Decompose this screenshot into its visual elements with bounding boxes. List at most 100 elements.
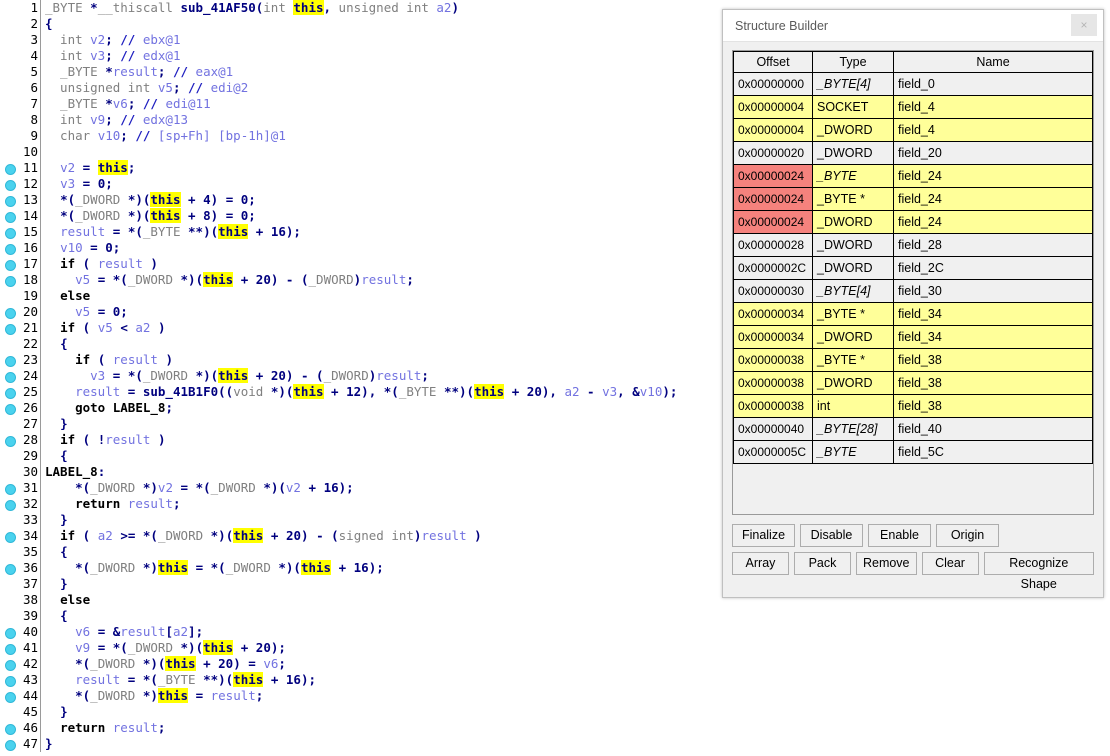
code-text[interactable]: *(_DWORD *)(this + 20) = v6; — [45, 656, 286, 672]
line-gutter[interactable]: 24 — [0, 368, 40, 384]
code-text[interactable]: v3 = *(_DWORD *)(this + 20) - (_DWORD)re… — [45, 368, 429, 384]
recognize-shape-button[interactable]: Recognize Shape — [983, 552, 1094, 591]
field-offset-cell[interactable]: 0x00000040 — [733, 417, 813, 441]
code-text[interactable]: { — [45, 608, 68, 624]
line-gutter[interactable]: 23 — [0, 352, 40, 368]
disable-button[interactable]: Disable — [800, 524, 863, 547]
field-name-cell[interactable]: field_40 — [893, 417, 1093, 441]
table-row[interactable]: 0x0000002C _DWORD field_2C — [733, 256, 1093, 280]
code-text[interactable]: else — [45, 288, 90, 304]
line-gutter[interactable]: 40 — [0, 624, 40, 640]
code-text[interactable]: { — [45, 448, 68, 464]
code-text[interactable]: int v2; // ebx@1 — [45, 32, 180, 48]
code-text[interactable]: { — [45, 336, 68, 352]
line-gutter[interactable]: 19 — [0, 288, 40, 304]
table-row[interactable]: 0x00000038 _BYTE * field_38 — [733, 348, 1093, 372]
close-icon[interactable]: × — [1071, 14, 1097, 36]
code-text[interactable]: v6 = &result[a2]; — [45, 624, 203, 640]
code-text[interactable]: result = *(_BYTE **)(this + 16); — [45, 672, 316, 688]
code-text[interactable]: } — [45, 704, 68, 720]
field-offset-cell[interactable]: 0x00000030 — [733, 279, 813, 303]
field-type-cell[interactable]: SOCKET — [812, 95, 894, 119]
origin-button[interactable]: Origin — [936, 524, 999, 547]
line-gutter[interactable]: 47 — [0, 736, 40, 752]
line-gutter[interactable]: 35 — [0, 544, 40, 560]
field-type-cell[interactable]: _DWORD — [812, 325, 894, 349]
line-gutter[interactable]: 2 — [0, 16, 40, 32]
code-line[interactable]: 41 v9 = *(_DWORD *)(this + 20); — [0, 640, 1110, 656]
field-name-cell[interactable]: field_24 — [893, 187, 1093, 211]
code-text[interactable]: unsigned int v5; // edi@2 — [45, 80, 248, 96]
code-text[interactable]: char v10; // [sp+Fh] [bp-1h]@1 — [45, 128, 286, 144]
line-gutter[interactable]: 43 — [0, 672, 40, 688]
field-name-cell[interactable]: field_24 — [893, 210, 1093, 234]
line-gutter[interactable]: 8 — [0, 112, 40, 128]
field-offset-cell[interactable]: 0x00000028 — [733, 233, 813, 257]
code-line[interactable]: 39 { — [0, 608, 1110, 624]
table-row[interactable]: 0x00000004 SOCKET field_4 — [733, 95, 1093, 119]
code-text[interactable]: result = *(_BYTE **)(this + 16); — [45, 224, 301, 240]
breakpoint-dot-icon[interactable] — [5, 532, 16, 543]
line-gutter[interactable]: 12 — [0, 176, 40, 192]
code-text[interactable]: _BYTE *result; // eax@1 — [45, 64, 233, 80]
code-text[interactable]: if ( a2 >= *(_DWORD *)(this + 20) - (sig… — [45, 528, 482, 544]
field-name-cell[interactable]: field_4 — [893, 118, 1093, 142]
code-text[interactable]: goto LABEL_8; — [45, 400, 173, 416]
code-text[interactable]: result = sub_41B1F0((void *)(this + 12),… — [45, 384, 677, 400]
code-text[interactable]: return result; — [45, 496, 180, 512]
field-type-cell[interactable]: _BYTE — [812, 440, 894, 464]
field-name-cell[interactable]: field_24 — [893, 164, 1093, 188]
code-text[interactable]: } — [45, 736, 53, 752]
field-type-cell[interactable]: int — [812, 394, 894, 418]
breakpoint-dot-icon[interactable] — [5, 644, 16, 655]
table-row[interactable]: 0x00000024 _BYTE * field_24 — [733, 187, 1093, 211]
breakpoint-dot-icon[interactable] — [5, 372, 16, 383]
line-gutter[interactable]: 14 — [0, 208, 40, 224]
line-gutter[interactable]: 38 — [0, 592, 40, 608]
field-name-cell[interactable]: field_34 — [893, 325, 1093, 349]
table-row[interactable]: 0x00000038 int field_38 — [733, 394, 1093, 418]
breakpoint-dot-icon[interactable] — [5, 676, 16, 687]
code-line[interactable]: 46 return result; — [0, 720, 1110, 736]
line-gutter[interactable]: 26 — [0, 400, 40, 416]
field-name-cell[interactable]: field_30 — [893, 279, 1093, 303]
pack-button[interactable]: Pack — [793, 552, 851, 575]
line-gutter[interactable]: 30 — [0, 464, 40, 480]
line-gutter[interactable]: 41 — [0, 640, 40, 656]
column-header-type[interactable]: Type — [812, 51, 894, 73]
table-row[interactable]: 0x00000024 _BYTE field_24 — [733, 164, 1093, 188]
field-offset-cell[interactable]: 0x00000004 — [733, 95, 813, 119]
field-offset-cell[interactable]: 0x00000038 — [733, 394, 813, 418]
field-offset-cell[interactable]: 0x00000024 — [733, 187, 813, 211]
table-row[interactable]: 0x00000034 _DWORD field_34 — [733, 325, 1093, 349]
remove-button[interactable]: Remove — [855, 552, 917, 575]
table-row[interactable]: 0x00000028 _DWORD field_28 — [733, 233, 1093, 257]
line-gutter[interactable]: 3 — [0, 32, 40, 48]
breakpoint-dot-icon[interactable] — [5, 500, 16, 511]
line-gutter[interactable]: 6 — [0, 80, 40, 96]
code-text[interactable]: if ( v5 < a2 ) — [45, 320, 165, 336]
line-gutter[interactable]: 27 — [0, 416, 40, 432]
table-row[interactable]: 0x00000038 _DWORD field_38 — [733, 371, 1093, 395]
code-text[interactable]: } — [45, 576, 68, 592]
field-offset-cell[interactable]: 0x00000024 — [733, 210, 813, 234]
line-gutter[interactable]: 34 — [0, 528, 40, 544]
code-line[interactable]: 45 } — [0, 704, 1110, 720]
code-line[interactable]: 43 result = *(_BYTE **)(this + 16); — [0, 672, 1110, 688]
breakpoint-dot-icon[interactable] — [5, 212, 16, 223]
code-text[interactable]: v5 = 0; — [45, 304, 128, 320]
field-name-cell[interactable]: field_0 — [893, 72, 1093, 96]
line-gutter[interactable]: 32 — [0, 496, 40, 512]
table-row[interactable]: 0x00000020 _DWORD field_20 — [733, 141, 1093, 165]
line-gutter[interactable]: 4 — [0, 48, 40, 64]
field-type-cell[interactable]: _DWORD — [812, 118, 894, 142]
field-offset-cell[interactable]: 0x0000002C — [733, 256, 813, 280]
field-offset-cell[interactable]: 0x00000024 — [733, 164, 813, 188]
table-row[interactable]: 0x00000024 _DWORD field_24 — [733, 210, 1093, 234]
field-name-cell[interactable]: field_38 — [893, 371, 1093, 395]
line-gutter[interactable]: 42 — [0, 656, 40, 672]
line-gutter[interactable]: 5 — [0, 64, 40, 80]
field-type-cell[interactable]: _BYTE[28] — [812, 417, 894, 441]
field-name-cell[interactable]: field_28 — [893, 233, 1093, 257]
code-text[interactable]: v10 = 0; — [45, 240, 120, 256]
